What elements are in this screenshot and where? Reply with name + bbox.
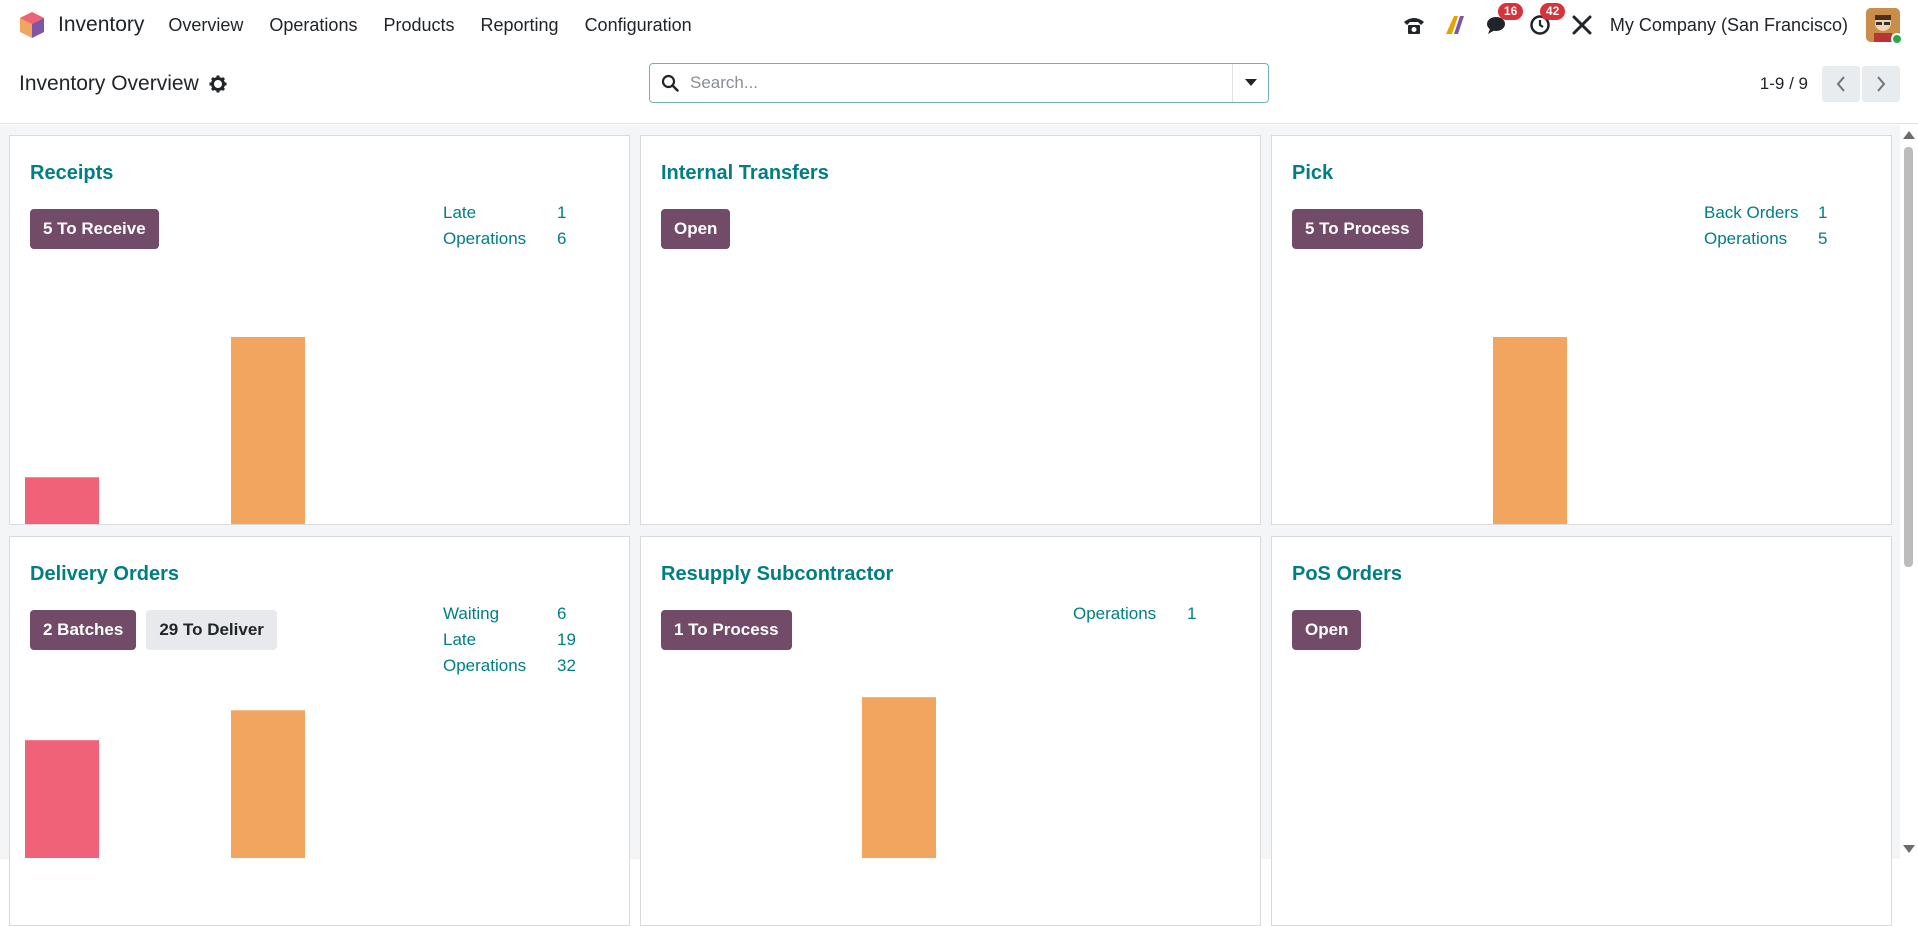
stat-operations[interactable]: Operations 5	[1704, 226, 1827, 252]
stat-late[interactable]: Late 1	[443, 200, 566, 226]
menu-reporting[interactable]: Reporting	[481, 15, 559, 36]
chat-icon[interactable]: 16	[1484, 3, 1524, 39]
page-title-text: Inventory Overview	[19, 72, 199, 95]
card-title[interactable]: Pick	[1292, 162, 1333, 185]
menu-overview[interactable]: Overview	[168, 15, 243, 36]
card-title[interactable]: Receipts	[30, 162, 113, 185]
pager: 1-9 / 9	[1760, 66, 1900, 102]
stat-operations[interactable]: Operations 6	[443, 226, 566, 252]
card-pos-orders: PoS Orders Open	[1271, 536, 1892, 926]
stat-label: Operations	[1704, 229, 1788, 248]
to-receive-button[interactable]: 5 To Receive	[30, 209, 159, 249]
card-graph[interactable]	[10, 618, 630, 858]
inventory-app-icon[interactable]	[18, 10, 46, 40]
chevron-right-icon	[1877, 76, 1886, 92]
card-receipts: Receipts 5 To Receive Late 1 Operations 6	[9, 135, 630, 525]
card-title[interactable]: PoS Orders	[1292, 563, 1402, 586]
open-button[interactable]: Open	[661, 209, 731, 249]
user-avatar[interactable]	[1866, 8, 1903, 45]
graph-bar[interactable]	[25, 740, 99, 858]
activity-badge: 42	[1539, 3, 1566, 20]
card-stats: Back Orders 1 Operations 5	[1704, 200, 1827, 252]
online-status-dot	[1891, 33, 1903, 45]
navbar-systray: 16 42 My Company (San Francisco)	[1386, 0, 1903, 50]
stat-label: Late	[443, 203, 477, 222]
pager-previous-button[interactable]	[1822, 66, 1860, 102]
control-panel: Inventory Overview 1-9 / 9	[0, 50, 1918, 124]
search-options-toggle[interactable]	[1232, 64, 1268, 102]
chat-badge: 16	[1497, 3, 1524, 20]
card-graph[interactable]	[10, 284, 630, 524]
open-button[interactable]: Open	[1292, 610, 1362, 650]
tools-icon[interactable]	[1568, 11, 1596, 39]
card-internal-transfers: Internal Transfers Open	[640, 135, 1261, 525]
scroll-up-arrow[interactable]	[1903, 131, 1915, 139]
ai-icon[interactable]	[1442, 11, 1470, 39]
stat-value: 6	[557, 229, 567, 248]
to-process-button[interactable]: 5 To Process	[1292, 209, 1423, 249]
stat-value: 5	[1818, 229, 1828, 248]
kanban-board: Receipts 5 To Receive Late 1 Operations 6 …	[0, 125, 1900, 926]
gear-icon[interactable]	[209, 75, 227, 93]
search-input[interactable]	[690, 73, 1232, 93]
pager-next-button[interactable]	[1862, 66, 1900, 102]
caret-down-icon	[1244, 79, 1257, 86]
menu-operations[interactable]: Operations	[269, 15, 357, 36]
graph-bar[interactable]	[231, 710, 305, 858]
menu-products[interactable]: Products	[383, 15, 454, 36]
card-graph[interactable]	[641, 618, 1261, 858]
card-delivery-orders: Delivery Orders 2 Batches 29 To Deliver …	[9, 536, 630, 926]
graph-bar[interactable]	[231, 337, 305, 524]
stat-label: Back Orders	[1704, 203, 1799, 222]
stat-value: 1	[557, 203, 567, 222]
stat-label: Operations	[443, 229, 527, 248]
card-pick: Pick 5 To Process Back Orders 1 Operation…	[1271, 135, 1892, 525]
scroll-thumb[interactable]	[1904, 147, 1913, 567]
card-graph[interactable]	[1272, 284, 1892, 524]
phone-icon[interactable]	[1400, 11, 1428, 39]
card-title[interactable]: Delivery Orders	[30, 563, 179, 586]
menu-configuration[interactable]: Configuration	[585, 15, 692, 36]
company-switcher[interactable]: My Company (San Francisco)	[1610, 15, 1848, 36]
search-bar	[649, 63, 1269, 103]
card-title[interactable]: Resupply Subcontractor	[661, 563, 893, 586]
card-stats: Late 1 Operations 6	[443, 200, 566, 252]
app-name[interactable]: Inventory	[58, 13, 144, 37]
graph-bar[interactable]	[862, 697, 936, 858]
graph-bar[interactable]	[1493, 337, 1567, 524]
page-scrollbar[interactable]	[1900, 125, 1918, 859]
pager-value[interactable]: 1-9 / 9	[1760, 74, 1808, 94]
card-resupply-subcontractor: Resupply Subcontractor 1 To Process Oper…	[640, 536, 1261, 926]
scroll-down-arrow[interactable]	[1903, 845, 1915, 853]
page-title: Inventory Overview	[19, 72, 227, 96]
card-title[interactable]: Internal Transfers	[661, 162, 829, 185]
clock-icon[interactable]: 42	[1526, 3, 1566, 39]
graph-bar[interactable]	[25, 477, 99, 524]
chevron-left-icon	[1836, 76, 1845, 92]
stat-value: 1	[1818, 203, 1828, 222]
stat-back-orders[interactable]: Back Orders 1	[1704, 200, 1827, 226]
top-navbar: Inventory Overview Operations Products R…	[0, 0, 1918, 50]
search-icon	[650, 74, 690, 92]
